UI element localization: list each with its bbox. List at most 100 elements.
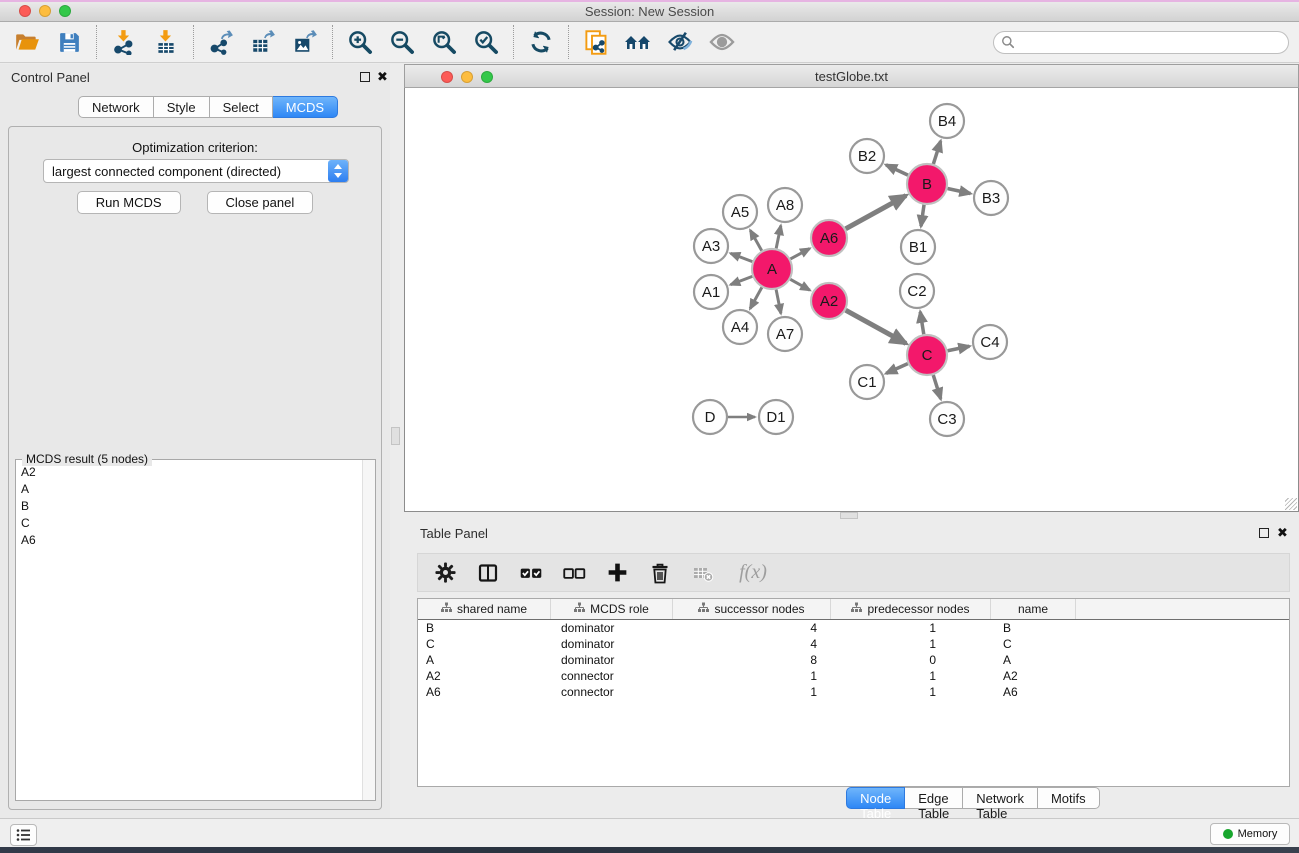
zoom-in-icon[interactable] bbox=[342, 25, 378, 59]
column-header-successor-nodes[interactable]: successor nodes bbox=[673, 599, 831, 619]
float-panel-icon[interactable] bbox=[360, 72, 370, 82]
node-C3[interactable]: C3 bbox=[930, 402, 964, 436]
column-header-predecessor-nodes[interactable]: predecessor nodes bbox=[831, 599, 991, 619]
table-float-panel-icon[interactable] bbox=[1259, 528, 1269, 538]
deselect-all-columns-icon[interactable] bbox=[559, 558, 589, 588]
node-A1[interactable]: A1 bbox=[694, 275, 728, 309]
column-layout-icon[interactable] bbox=[473, 558, 503, 588]
select-all-columns-icon[interactable] bbox=[516, 558, 546, 588]
node-A2[interactable]: A2 bbox=[811, 283, 847, 319]
table-row[interactable]: Adominator80A bbox=[418, 652, 1289, 668]
horizontal-splitter-handle[interactable] bbox=[840, 512, 858, 519]
new-network-from-selection-icon[interactable] bbox=[578, 25, 614, 59]
table-row[interactable]: Bdominator41B bbox=[418, 620, 1289, 636]
add-column-icon[interactable] bbox=[602, 558, 632, 588]
mcds-result-item[interactable]: A6 bbox=[17, 531, 361, 548]
run-mcds-button[interactable]: Run MCDS bbox=[77, 191, 181, 214]
mcds-result-item[interactable]: B bbox=[17, 497, 361, 514]
network-window-titlebar[interactable]: testGlobe.txt bbox=[404, 64, 1299, 88]
edge-A6-B[interactable] bbox=[846, 196, 906, 229]
node-B4[interactable]: B4 bbox=[930, 104, 964, 138]
table-row[interactable]: A6connector11A6 bbox=[418, 684, 1289, 700]
zoom-selected-icon[interactable] bbox=[468, 25, 504, 59]
edge-A-A8[interactable] bbox=[776, 226, 781, 249]
node-A4[interactable]: A4 bbox=[723, 310, 757, 344]
mcds-result-item[interactable]: C bbox=[17, 514, 361, 531]
node-B2[interactable]: B2 bbox=[850, 139, 884, 173]
column-header-name[interactable]: name bbox=[991, 599, 1076, 619]
table-row[interactable]: A2connector11A2 bbox=[418, 668, 1289, 684]
import-network-icon[interactable] bbox=[106, 25, 142, 59]
criterion-select[interactable]: largest connected component (directed) bbox=[43, 159, 349, 183]
tab-select[interactable]: Select bbox=[210, 96, 273, 118]
tab-mcds[interactable]: MCDS bbox=[273, 96, 338, 118]
edge-A-A4[interactable] bbox=[750, 287, 762, 308]
column-header-mcds-role[interactable]: MCDS role bbox=[551, 599, 673, 619]
node-C2[interactable]: C2 bbox=[900, 274, 934, 308]
mcds-result-item[interactable]: A2 bbox=[17, 463, 361, 480]
tab-motifs[interactable]: Motifs bbox=[1038, 787, 1100, 809]
edge-A-A5[interactable] bbox=[750, 230, 761, 250]
window-resize-grip[interactable] bbox=[1285, 498, 1297, 510]
show-all-icon[interactable] bbox=[704, 25, 740, 59]
save-session-icon[interactable] bbox=[51, 25, 87, 59]
edge-A-A3[interactable] bbox=[731, 253, 753, 261]
node-A8[interactable]: A8 bbox=[768, 188, 802, 222]
zoom-fit-icon[interactable] bbox=[426, 25, 462, 59]
table-settings-icon[interactable] bbox=[430, 558, 460, 588]
node-C4[interactable]: C4 bbox=[973, 325, 1007, 359]
edge-A-A6[interactable] bbox=[790, 249, 809, 259]
node-C1[interactable]: C1 bbox=[850, 365, 884, 399]
hide-selected-icon[interactable] bbox=[662, 25, 698, 59]
edge-C-C4[interactable] bbox=[948, 346, 970, 351]
node-D1[interactable]: D1 bbox=[759, 400, 793, 434]
mcds-list-scrollbar[interactable] bbox=[362, 460, 375, 800]
node-B[interactable]: B bbox=[907, 164, 947, 204]
network-canvas[interactable]: A A1 A2 A3 A4 A5 A6 A7 A8 B B1 B2 B3 B4 C C1 C2 C3 C4 D D1 bbox=[404, 88, 1299, 512]
tab-node-table[interactable]: Node Table bbox=[846, 787, 905, 809]
vertical-splitter[interactable] bbox=[390, 64, 404, 818]
export-table-icon[interactable] bbox=[245, 25, 281, 59]
edge-B-B1[interactable] bbox=[921, 205, 924, 226]
first-neighbors-icon[interactable] bbox=[620, 25, 656, 59]
delete-column-icon[interactable] bbox=[645, 558, 675, 588]
tab-network[interactable]: Network bbox=[78, 96, 154, 118]
node-A5[interactable]: A5 bbox=[723, 195, 757, 229]
splitter-handle[interactable] bbox=[391, 427, 400, 445]
node-A6[interactable]: A6 bbox=[811, 220, 847, 256]
memory-button[interactable]: Memory bbox=[1210, 823, 1290, 845]
table-close-panel-icon[interactable]: ✖ bbox=[1277, 525, 1288, 541]
tab-style[interactable]: Style bbox=[154, 96, 210, 118]
close-panel-button[interactable]: Close panel bbox=[207, 191, 314, 214]
export-network-icon[interactable] bbox=[203, 25, 239, 59]
edge-A-A7[interactable] bbox=[776, 290, 781, 314]
node-D[interactable]: D bbox=[693, 400, 727, 434]
node-B3[interactable]: B3 bbox=[974, 181, 1008, 215]
node-B1[interactable]: B1 bbox=[901, 230, 935, 264]
edge-C-C3[interactable] bbox=[933, 375, 940, 399]
edge-B-B3[interactable] bbox=[948, 188, 971, 193]
node-A7[interactable]: A7 bbox=[768, 317, 802, 351]
edge-A-A1[interactable] bbox=[731, 276, 753, 284]
close-panel-icon[interactable]: ✖ bbox=[377, 69, 388, 85]
export-image-icon[interactable] bbox=[287, 25, 323, 59]
node-C[interactable]: C bbox=[907, 335, 947, 375]
edge-A2-C[interactable] bbox=[846, 310, 906, 343]
edge-C-C2[interactable] bbox=[920, 312, 924, 335]
import-table-icon[interactable] bbox=[148, 25, 184, 59]
node-A3[interactable]: A3 bbox=[694, 229, 728, 263]
refresh-layout-icon[interactable] bbox=[523, 25, 559, 59]
zoom-out-icon[interactable] bbox=[384, 25, 420, 59]
column-header-shared-name[interactable]: shared name bbox=[418, 599, 551, 619]
tab-network-table[interactable]: Network Table bbox=[963, 787, 1038, 809]
search-input[interactable] bbox=[993, 31, 1289, 54]
edge-C-C1[interactable] bbox=[886, 364, 908, 374]
table-row[interactable]: Cdominator41C bbox=[418, 636, 1289, 652]
mcds-result-item[interactable]: A bbox=[17, 480, 361, 497]
tab-edge-table[interactable]: Edge Table bbox=[905, 787, 963, 809]
edge-A-A2[interactable] bbox=[790, 279, 810, 290]
edge-B-B4[interactable] bbox=[933, 141, 940, 164]
edge-B-B2[interactable] bbox=[886, 165, 908, 175]
open-file-icon[interactable] bbox=[9, 25, 45, 59]
node-A[interactable]: A bbox=[752, 249, 792, 289]
